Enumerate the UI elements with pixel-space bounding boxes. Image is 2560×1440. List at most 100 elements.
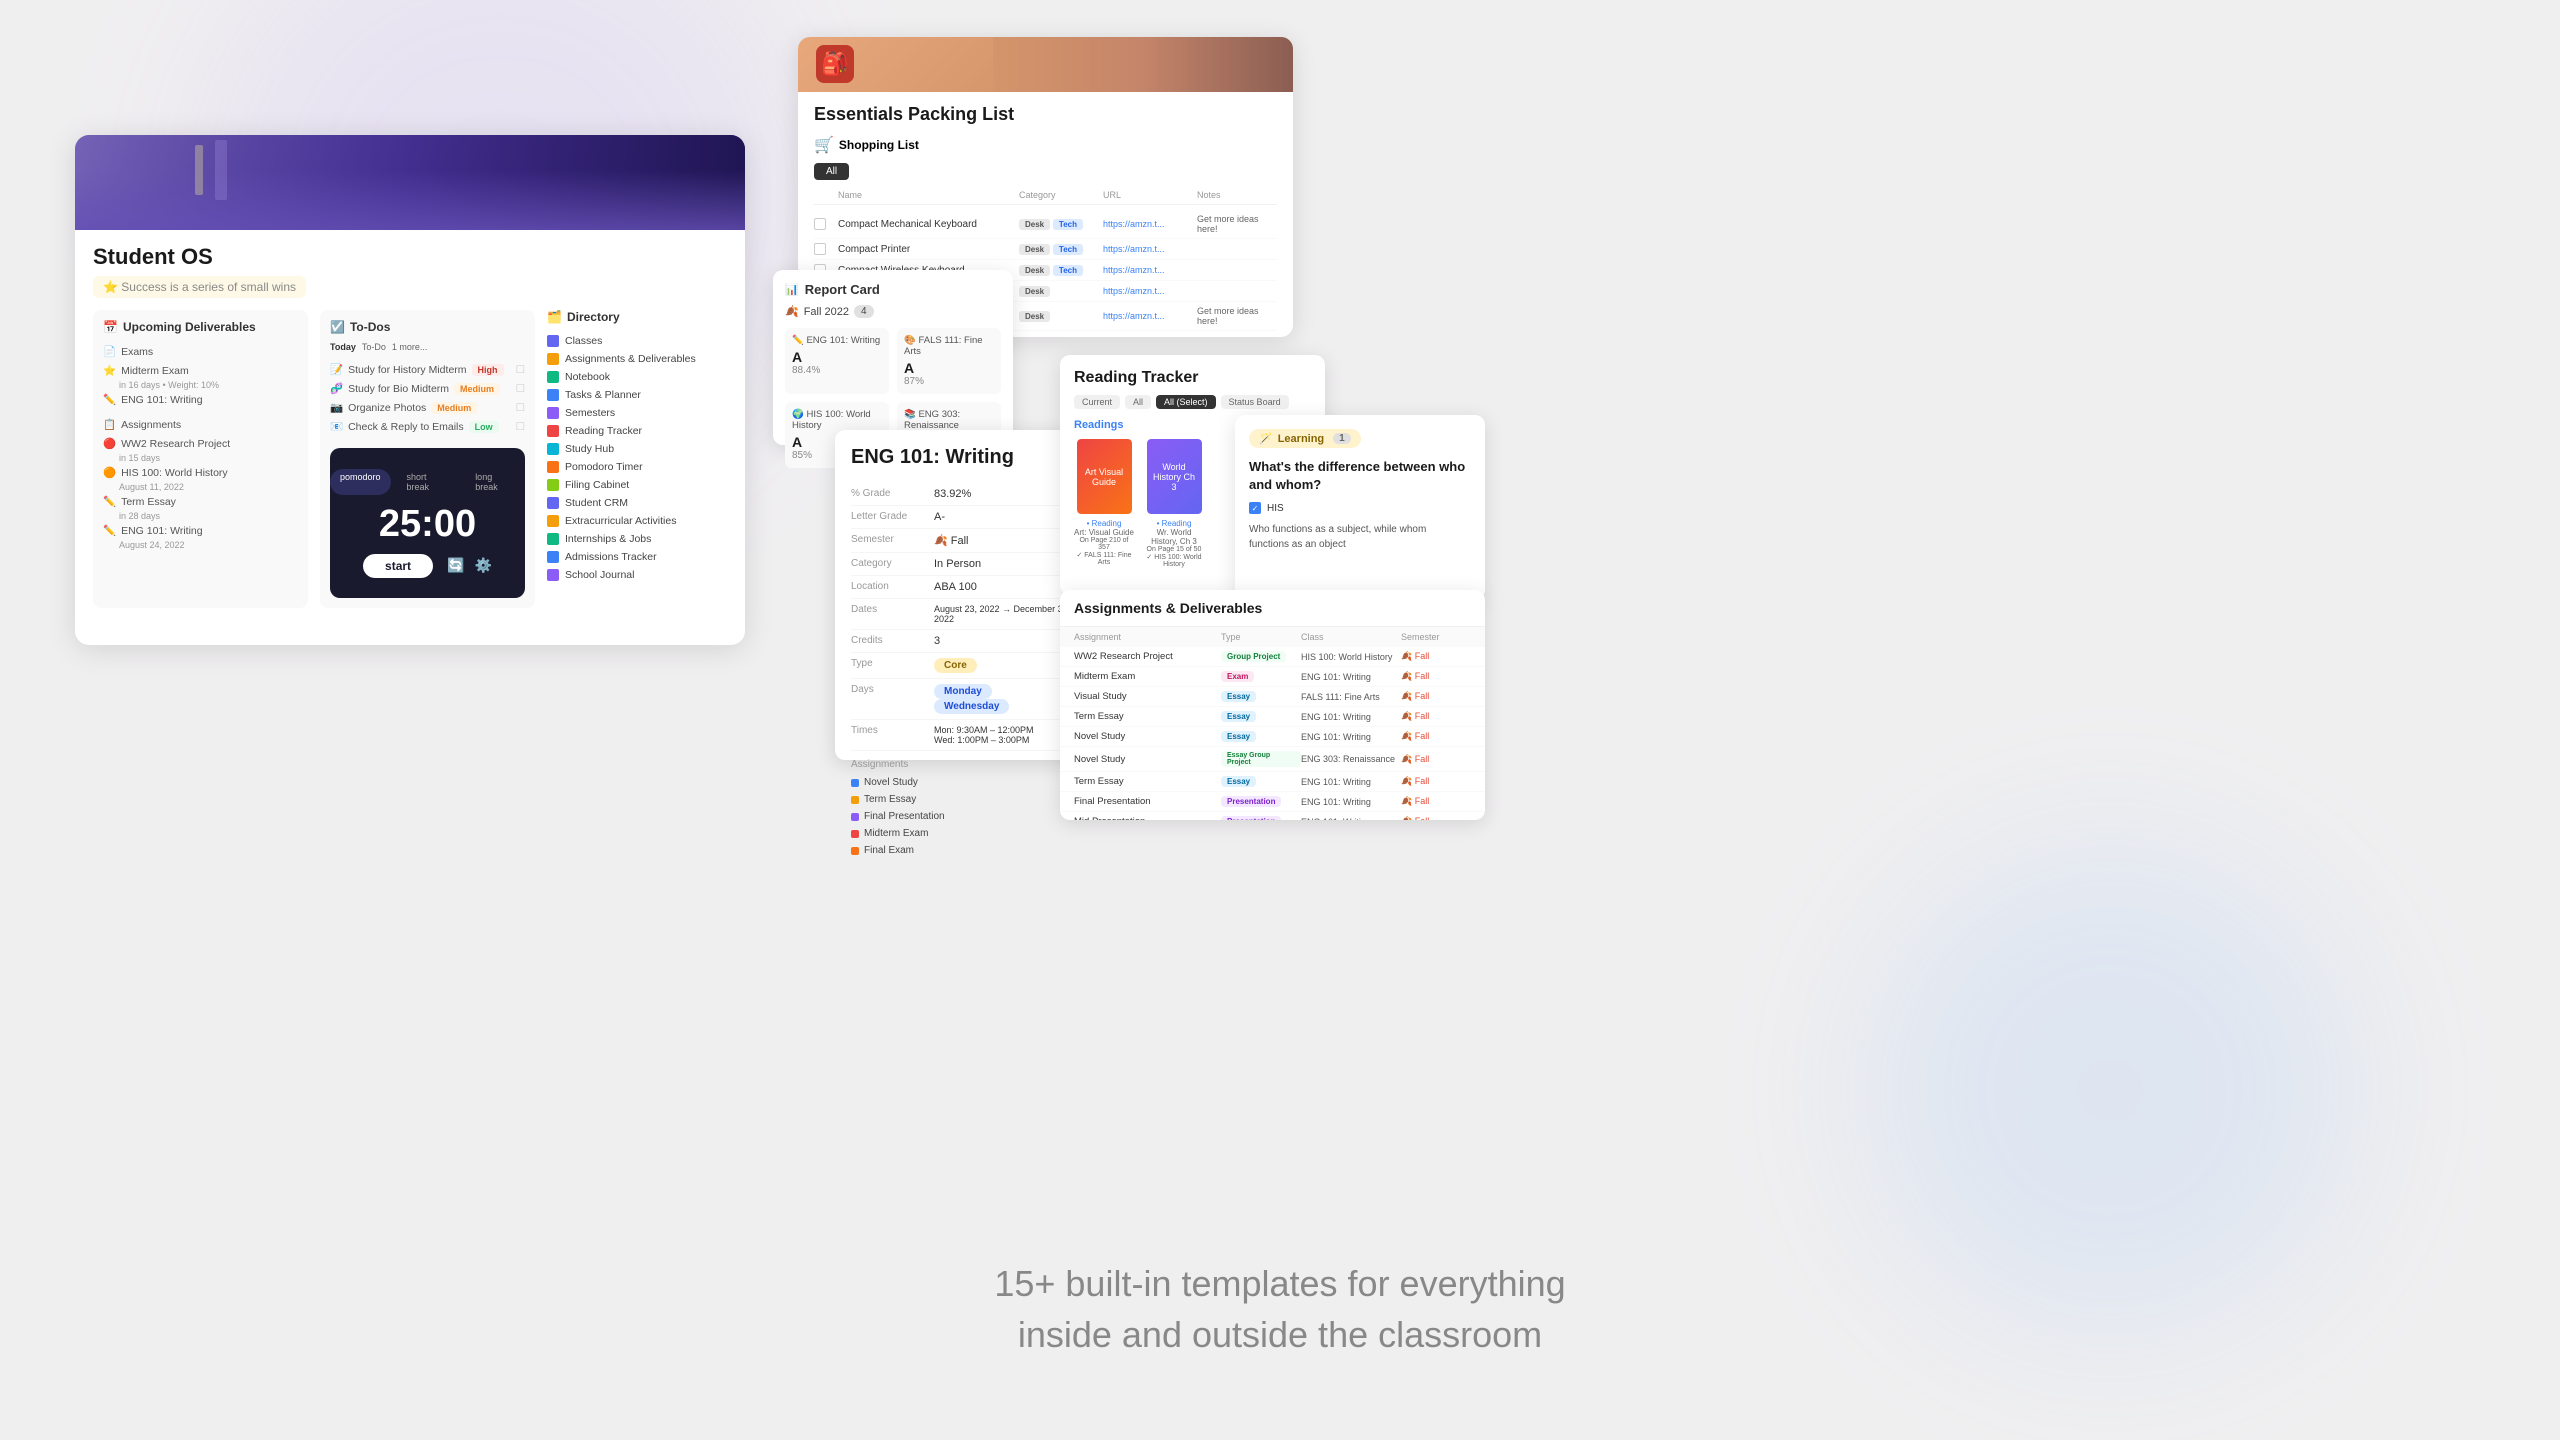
checkbox-1[interactable] <box>814 218 826 230</box>
filter-all-select[interactable]: All (Select) <box>1156 395 1216 409</box>
todo-tab-today[interactable]: Today <box>330 342 356 352</box>
days-value: Monday Wednesday <box>934 684 1069 714</box>
pomodoro-start-button[interactable]: start <box>363 554 433 578</box>
packing-row-2: Compact Printer Desk Tech https://amzn.t… <box>814 239 1277 260</box>
todo-tab-more[interactable]: 1 more... <box>392 342 428 352</box>
student-os-hero-image <box>75 135 745 230</box>
filter-current[interactable]: Current <box>1074 395 1120 409</box>
dir-studyhub[interactable]: Study Hub <box>547 440 727 458</box>
reading-tracker-filters[interactable]: Current All All (Select) Status Board <box>1074 395 1311 409</box>
type-label: Type <box>851 658 926 669</box>
report-card-header: 📊 Report Card <box>785 282 1001 297</box>
assign-item-4: ✏️ ENG 101: Writing <box>103 521 298 540</box>
settings-icon[interactable]: ⚙️ <box>475 557 492 574</box>
report-card-semester: 🍂 Fall 2022 4 <box>785 305 1001 318</box>
ac-row-5: Novel Study Essay ENG 101: Writing Fall <box>1060 727 1485 747</box>
dir-assignments[interactable]: Assignments & Deliverables <box>547 350 727 368</box>
ac-row-4: Term Essay Essay ENG 101: Writing Fall <box>1060 707 1485 727</box>
ac-row-3: Visual Study Essay FALS 111: Fine Arts F… <box>1060 687 1485 707</box>
email-icon: 📧 <box>330 420 343 433</box>
packing-filter[interactable]: All <box>814 163 1277 180</box>
assign-item-2: 🟠 HIS 100: World History <box>103 463 298 482</box>
grade-pct-value: 83.92% <box>934 488 971 500</box>
ac-row-1: WW2 Research Project Group Project HIS 1… <box>1060 647 1485 667</box>
credits-label: Credits <box>851 635 926 646</box>
assignments-deliverables-header: Assignment Type Class Semester <box>1060 627 1485 647</box>
assignments-table-body: WW2 Research Project Group Project HIS 1… <box>1060 647 1485 820</box>
todo-item-1: 📝 Study for History Midterm High ☐ <box>330 360 525 379</box>
learning-checkbox[interactable]: ✓ <box>1249 502 1261 514</box>
dir-admissions[interactable]: Admissions Tracker <box>547 548 727 566</box>
todo-item-2: 🧬 Study for Bio Midterm Medium ☐ <box>330 379 525 398</box>
dir-extra[interactable]: Extracurricular Activities <box>547 512 727 530</box>
eng-assign-5: Final Exam <box>851 842 1069 859</box>
learning-card: 🪄 Learning 1 What's the difference betwe… <box>1235 415 1485 600</box>
pomo-tab-pomodoro[interactable]: pomodoro <box>330 469 391 495</box>
badge-high: High <box>472 364 504 376</box>
dir-classes[interactable]: Classes <box>547 332 727 350</box>
todo-item-3: 📷 Organize Photos Medium ☐ <box>330 398 525 417</box>
directory-section-title: 🗂️ Directory <box>547 310 727 324</box>
fall-icon: 🍂 <box>785 305 799 318</box>
assignments-section-label: Assignments <box>851 759 1069 770</box>
upcoming-section-title: 📅 Upcoming Deliverables <box>103 320 298 334</box>
assignments-deliverables-card: Assignments & Deliverables Assignment Ty… <box>1060 590 1485 820</box>
eng-type-row: Type Core <box>851 653 1069 679</box>
report-card-title: Report Card <box>805 282 880 297</box>
eng-semester-row: Semester 🍂 Fall <box>851 529 1069 553</box>
semester-label: Semester <box>851 534 926 545</box>
filter-status-board[interactable]: Status Board <box>1221 395 1289 409</box>
dir-crm[interactable]: Student CRM <box>547 494 727 512</box>
dir-semesters[interactable]: Semesters <box>547 404 727 422</box>
packing-list-title: Essentials Packing List <box>814 104 1277 125</box>
badge-medium-2: Medium <box>431 402 477 414</box>
badge-low: Low <box>469 421 499 433</box>
eng-grade-pct-row: % Grade 83.92% <box>851 483 1069 506</box>
filter-all[interactable]: All <box>814 163 849 180</box>
pomo-tab-short[interactable]: short break <box>397 469 460 495</box>
packing-row-1: Compact Mechanical Keyboard Desk Tech ht… <box>814 210 1277 239</box>
pomodoro-tabs[interactable]: pomodoro short break long break <box>330 469 525 495</box>
pomo-tab-long[interactable]: long break <box>465 469 525 495</box>
dir-pomodoro[interactable]: Pomodoro Timer <box>547 458 727 476</box>
backpack-icon: 🎒 <box>816 45 854 83</box>
category-value: In Person <box>934 558 981 570</box>
report-card: 📊 Report Card 🍂 Fall 2022 4 ✏️ ENG 101: … <box>773 270 1013 445</box>
assign-item-3: ✏️ Term Essay <box>103 492 298 511</box>
dir-tasks[interactable]: Tasks & Planner <box>547 386 727 404</box>
filter-all[interactable]: All <box>1125 395 1151 409</box>
pomodoro-timer-display: 25:00 <box>379 503 476 546</box>
exam-item-1-days: in 16 days • Weight: 10% <box>103 380 298 390</box>
letter-grade-value: A- <box>934 511 945 523</box>
eng-times-row: Times Mon: 9:30AM – 12:00PMWed: 1:00PM –… <box>851 720 1069 751</box>
days-label: Days <box>851 684 926 695</box>
dir-reading[interactable]: Reading Tracker <box>547 422 727 440</box>
exams-label: 📄 Exams <box>103 342 298 361</box>
eng-dates-row: Dates August 23, 2022 → December 3, 2022 <box>851 599 1069 630</box>
todo-tabs[interactable]: Today To-Do 1 more... <box>330 342 525 352</box>
packing-hero: 🎒 <box>798 37 1293 92</box>
shopping-cart-icon: 🛒 <box>814 135 834 155</box>
times-value: Mon: 9:30AM – 12:00PMWed: 1:00PM – 3:00P… <box>934 725 1034 745</box>
learning-question: What's the difference between who and wh… <box>1249 458 1471 494</box>
dir-filing[interactable]: Filing Cabinet <box>547 476 727 494</box>
dir-notebook[interactable]: Notebook <box>547 368 727 386</box>
student-os-tagline: ⭐ Success is a series of small wins <box>93 276 306 298</box>
bio-icon: 🧬 <box>330 382 343 395</box>
type-value: Core <box>934 658 977 673</box>
upcoming-deliverables-section: 📅 Upcoming Deliverables 📄 Exams ⭐ Midter… <box>93 310 308 608</box>
exams-icon: 📄 <box>103 345 116 358</box>
todo-tab-todo[interactable]: To-Do <box>362 342 386 352</box>
checkbox-2[interactable] <box>814 243 826 255</box>
rt-book-2-info: • Reading Wr. World History, Ch 3 On Pag… <box>1144 519 1204 568</box>
refresh-icon[interactable]: 🔄 <box>447 557 464 574</box>
assignments-label-row: 📋 Assignments <box>103 415 298 434</box>
rt-book-2-cover: World History Ch 3 <box>1147 439 1202 514</box>
dir-internships[interactable]: Internships & Jobs <box>547 530 727 548</box>
eng-days-row: Days Monday Wednesday <box>851 679 1069 720</box>
dir-journal[interactable]: School Journal <box>547 566 727 584</box>
student-os-body: Student OS ⭐ Success is a series of smal… <box>75 230 745 622</box>
dates-label: Dates <box>851 604 926 615</box>
ac-row-2: Midterm Exam Exam ENG 101: Writing Fall <box>1060 667 1485 687</box>
assignments-deliverables-title: Assignments & Deliverables <box>1060 590 1485 627</box>
